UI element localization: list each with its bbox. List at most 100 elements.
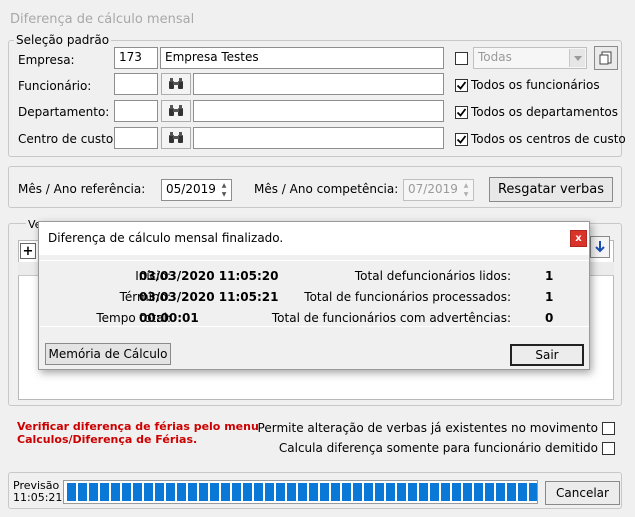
progress-segment	[386, 483, 395, 501]
progress-segment	[78, 483, 87, 501]
mes-competencia-input[interactable]: 07/2019 ▲ ▼	[403, 179, 474, 201]
progress-segment	[199, 483, 208, 501]
close-icon[interactable]: x	[570, 230, 587, 247]
progress-segment	[463, 483, 472, 501]
spinner-icon[interactable]: ▲ ▼	[218, 181, 230, 199]
todas-select-value: Todas	[478, 50, 512, 64]
mes-referencia-value: 05/2019	[166, 182, 216, 196]
permite-alteracao-checkbox[interactable]	[602, 422, 615, 435]
todos-departamentos-checkbox[interactable]	[455, 106, 468, 119]
cancelar-button[interactable]: Cancelar	[545, 481, 620, 505]
processados-value: 1	[545, 290, 554, 304]
advertencias-label: Total de funcionários com advertências:	[271, 311, 511, 325]
progress-segment	[485, 483, 494, 501]
progress-segment	[221, 483, 230, 501]
progress-segment	[210, 483, 219, 501]
binoculars-icon[interactable]	[161, 73, 191, 95]
calcula-diferenca-checkbox[interactable]	[602, 442, 615, 455]
progress-segment	[518, 483, 527, 501]
progress-segment	[342, 483, 351, 501]
progress-segment	[232, 483, 241, 501]
progress-segment	[375, 483, 384, 501]
todos-centros-checkbox[interactable]	[455, 133, 468, 146]
funcionario-name-input[interactable]	[193, 73, 444, 95]
warning-line-1: Verificar diferença de férias pelo menu	[17, 420, 259, 433]
progress-segment	[353, 483, 362, 501]
arrow-down-icon[interactable]	[590, 236, 610, 258]
progress-segment	[364, 483, 373, 501]
dialog-title: Diferença de cálculo mensal finalizado.	[48, 231, 284, 245]
progress-segment	[166, 483, 175, 501]
progress-segment	[507, 483, 516, 501]
progress-segment	[298, 483, 307, 501]
close-glyph: x	[575, 233, 582, 244]
progress-segment	[496, 483, 505, 501]
progress-segment	[430, 483, 439, 501]
progress-fill	[67, 483, 537, 501]
calcula-diferenca-label: Calcula diferença somente para funcionár…	[278, 441, 598, 455]
progress-segment	[111, 483, 120, 501]
departamento-label: Departamento:	[18, 105, 110, 119]
advertencias-value: 0	[545, 311, 554, 325]
progress-segment	[265, 483, 274, 501]
progress-segment	[419, 483, 428, 501]
chevron-down-icon	[569, 49, 585, 67]
progress-segment	[287, 483, 296, 501]
lidos-value: 1	[545, 269, 554, 283]
binoculars-icon[interactable]	[161, 100, 191, 122]
progress-segment	[155, 483, 164, 501]
progress-segment	[331, 483, 340, 501]
sair-button[interactable]: Sair	[510, 344, 584, 366]
departamento-code-input[interactable]	[114, 100, 158, 122]
todas-select[interactable]: Todas	[473, 47, 587, 69]
progress-segment	[177, 483, 186, 501]
spinner-icon[interactable]: ▲ ▼	[460, 181, 472, 199]
progress-segment	[397, 483, 406, 501]
progress-segment	[276, 483, 285, 501]
progress-segment	[529, 483, 537, 501]
mes-referencia-input[interactable]: 05/2019 ▲ ▼	[161, 179, 232, 201]
mes-competencia-label: Mês / Ano competência:	[254, 182, 399, 196]
progress-segment	[89, 483, 98, 501]
progress-segment	[320, 483, 329, 501]
processados-label: Total de funcionários processados:	[304, 290, 511, 304]
inicio-value: 03/03/2020 11:05:20	[139, 269, 279, 283]
progress-segment	[474, 483, 483, 501]
departamento-name-input[interactable]	[193, 100, 444, 122]
empresa-name-input[interactable]: Empresa Testes	[160, 47, 444, 69]
warning-line-2: Calculos/Diferença de Férias.	[17, 433, 198, 446]
memoria-calculo-button[interactable]: Memória de Cálculo	[45, 343, 171, 365]
todos-departamentos-label: Todos os departamentos	[471, 105, 619, 119]
resgatar-verbas-button[interactable]: Resgatar verbas	[489, 177, 613, 202]
progress-segment	[254, 483, 263, 501]
empresa-code-input[interactable]: 173	[114, 47, 158, 69]
progress-segment	[100, 483, 109, 501]
progress-bar	[63, 480, 538, 504]
copy-icon[interactable]	[594, 46, 618, 70]
window-title: Diferença de cálculo mensal	[10, 12, 195, 27]
termino-value: 03/03/2020 11:05:21	[139, 290, 279, 304]
permite-alteracao-label: Permite alteração de verbas já existente…	[257, 421, 598, 435]
binoculars-icon[interactable]	[161, 127, 191, 149]
todos-funcionarios-checkbox[interactable]	[455, 79, 468, 92]
empresa-label: Empresa:	[18, 53, 75, 67]
progress-segment	[309, 483, 318, 501]
todas-checkbox[interactable]	[455, 52, 468, 65]
completion-dialog: Diferença de cálculo mensal finalizado. …	[38, 221, 590, 370]
centro-custo-code-input[interactable]	[114, 127, 158, 149]
centro-custo-name-input[interactable]	[193, 127, 444, 149]
previsao-time: 11:05:21	[13, 491, 63, 504]
todos-funcionarios-label: Todos os funcionários	[471, 78, 600, 92]
progress-segment	[452, 483, 461, 501]
plus-icon[interactable]: +	[20, 243, 36, 259]
progress-segment	[188, 483, 197, 501]
mes-referencia-label: Mês / Ano referência:	[18, 182, 146, 196]
mes-competencia-value: 07/2019	[408, 182, 458, 196]
progress-segment	[441, 483, 450, 501]
funcionario-label: Funcionário:	[18, 79, 92, 93]
tempo-total-value: 00:00:01	[139, 311, 199, 325]
progress-segment	[122, 483, 131, 501]
funcionario-code-input[interactable]	[114, 73, 158, 95]
progress-segment	[243, 483, 252, 501]
centro-custo-label: Centro de custo:	[18, 132, 118, 146]
